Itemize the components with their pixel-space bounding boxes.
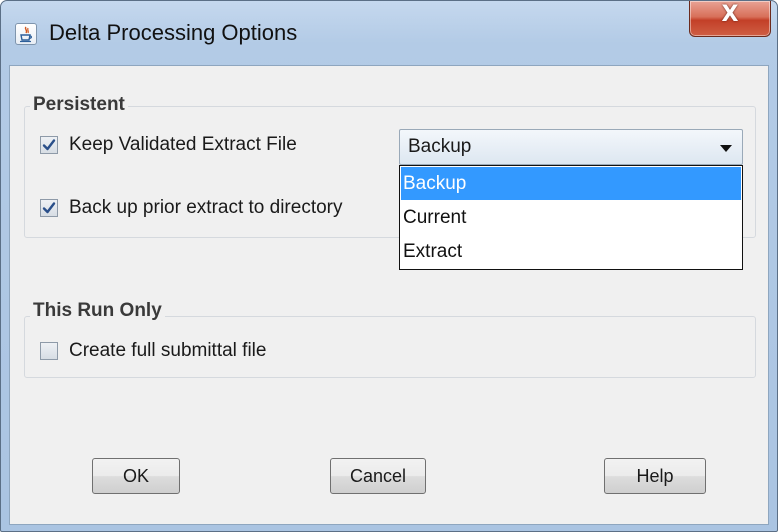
this-run-only-group-title: This Run Only [30,300,165,322]
close-icon[interactable]: X [690,2,770,27]
ok-button[interactable]: OK [92,458,180,494]
java-app-icon [15,23,37,45]
keep-validated-checkbox[interactable] [40,136,58,154]
backup-prior-checkbox[interactable] [40,199,58,217]
dropdown-option-extract[interactable]: Extract [401,235,741,268]
keep-validated-row[interactable]: Keep Validated Extract File [40,134,360,158]
window-title: Delta Processing Options [49,20,298,45]
directory-dropdown-list: Backup Current Extract [399,165,743,270]
keep-validated-label[interactable]: Keep Validated Extract File [69,134,297,156]
create-full-checkbox[interactable] [40,342,58,360]
persistent-group-title: Persistent [30,94,128,116]
close-button[interactable]: X [689,1,771,37]
create-full-row[interactable]: Create full submittal file [40,340,340,364]
backup-prior-label[interactable]: Back up prior extract to directory [69,197,343,219]
directory-combo-value: Backup [408,136,472,157]
title-bar[interactable]: Delta Processing Options X [1,1,777,65]
chevron-down-icon[interactable] [720,145,732,152]
directory-combo[interactable]: Backup [399,129,743,165]
backup-prior-row[interactable]: Back up prior extract to directory [40,197,400,221]
dropdown-option-current[interactable]: Current [401,201,741,234]
help-button[interactable]: Help [604,458,706,494]
checkmark-icon [42,202,56,214]
dropdown-option-backup[interactable]: Backup [401,167,741,200]
cancel-button[interactable]: Cancel [330,458,426,494]
create-full-label[interactable]: Create full submittal file [69,340,266,362]
dialog-window: Delta Processing Options X Persistent Ke… [0,0,778,532]
checkmark-icon [42,139,56,151]
